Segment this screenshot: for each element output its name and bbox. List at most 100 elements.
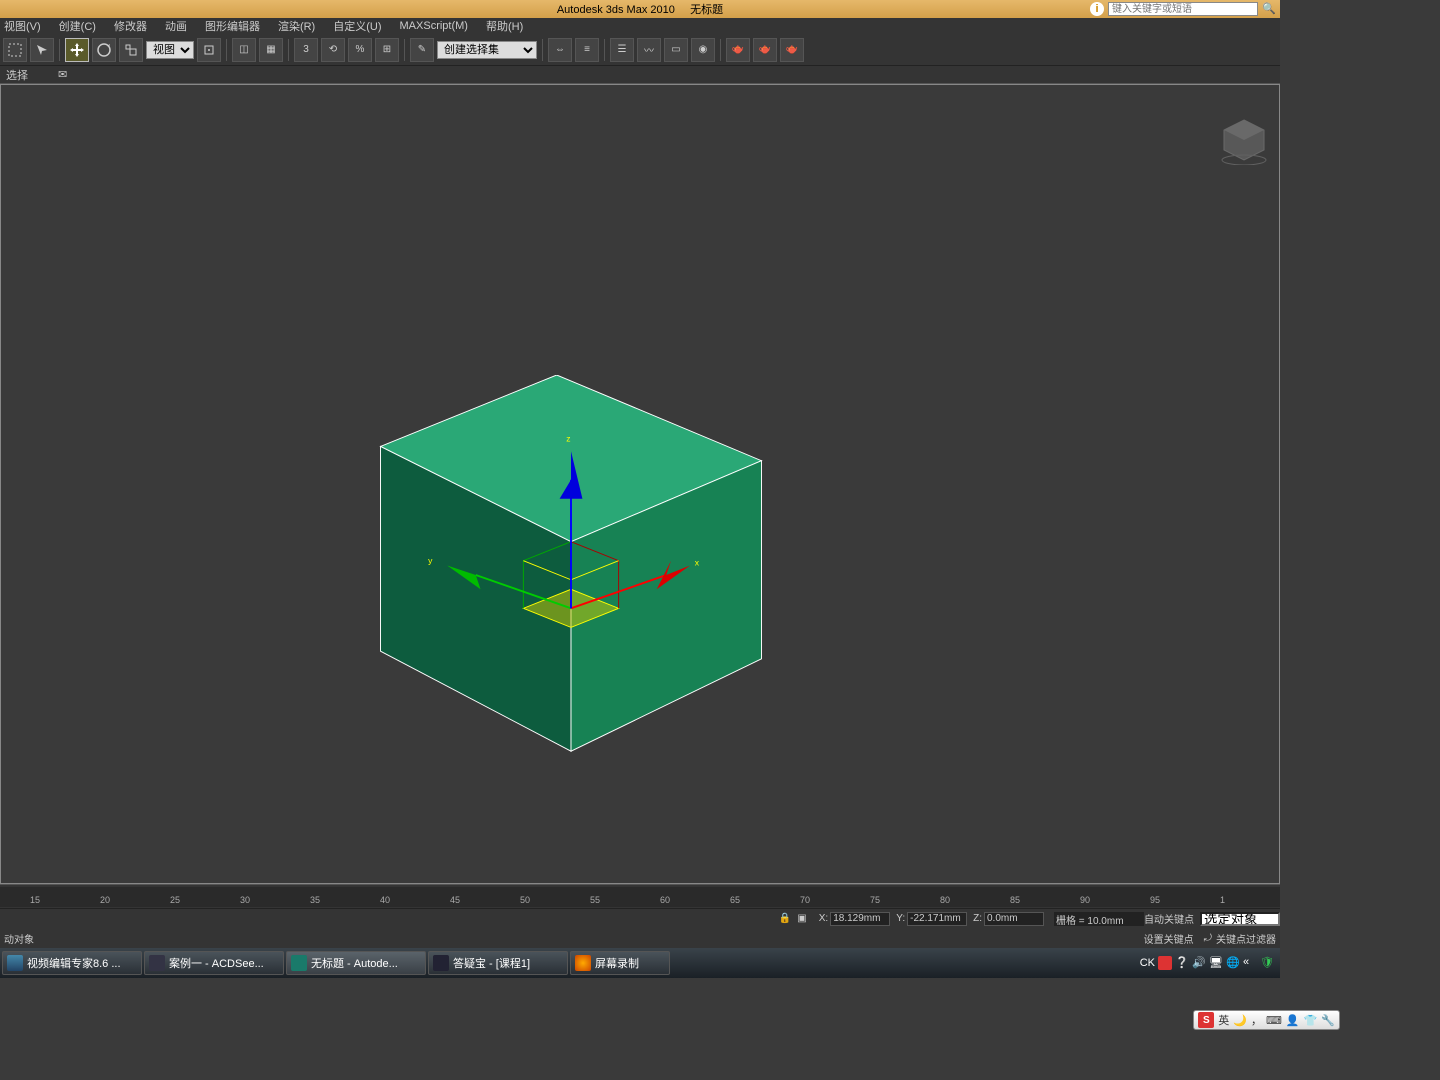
align-icon[interactable]: ≡ xyxy=(575,38,599,62)
main-toolbar: 视图 ◫ ▦ 3 ⟲ % ⊞ ✎ 创建选择集 ⇔ ≡ ☰ 〰 ▭ ◉ 🫖 🫖 🫖 xyxy=(0,34,1280,66)
select-scale-icon[interactable] xyxy=(119,38,143,62)
envelope-icon[interactable]: ✉ xyxy=(58,68,67,81)
percent-snap-icon[interactable]: % xyxy=(348,38,372,62)
taskbar-item-acdsee[interactable]: 案例一 - ACDSee... xyxy=(144,951,284,975)
app-name: Autodesk 3ds Max 2010 xyxy=(557,4,675,16)
y-coord-input[interactable] xyxy=(907,912,967,926)
tray-ck[interactable]: CK xyxy=(1140,957,1155,969)
selected-object-field[interactable] xyxy=(1200,912,1280,926)
menu-graph[interactable]: 图形编辑器 xyxy=(205,18,260,34)
gizmo-z-label: z xyxy=(566,434,570,444)
bottom-row: 动对象 设置关键点 ⤾ 关键点过滤器 xyxy=(0,928,1280,948)
lock-icon[interactable]: 🔒 xyxy=(779,913,791,924)
curve-editor-icon[interactable]: 〰 xyxy=(637,38,661,62)
taskbar-item-video-editor[interactable]: 视频编辑专家8.6 ... xyxy=(2,951,142,975)
render-frame-icon[interactable]: 🫖 xyxy=(753,38,777,62)
select-object-icon[interactable] xyxy=(30,38,54,62)
cube-object[interactable]: x y z xyxy=(371,375,771,775)
keyfilter-icon[interactable]: ⤾ xyxy=(1204,933,1212,944)
render-setup-icon[interactable]: 🫖 xyxy=(726,38,750,62)
taskbar-item-3dsmax[interactable]: 无标题 - Autode... xyxy=(286,951,426,975)
comma-icon[interactable]: ， xyxy=(1251,1012,1262,1028)
moon-icon[interactable]: 🌙 xyxy=(1233,1014,1247,1027)
menu-render[interactable]: 渲染(R) xyxy=(278,18,315,34)
dayibao-icon xyxy=(433,955,449,971)
timeline-tick: 85 xyxy=(1010,895,1020,905)
acdsee-icon xyxy=(149,955,165,971)
keyboard-icon[interactable]: ⌨ xyxy=(1266,1014,1282,1027)
gizmo-y-label: y xyxy=(428,556,433,566)
autokey-button[interactable]: 自动关键点 xyxy=(1144,911,1194,926)
x-coord-input[interactable] xyxy=(830,912,890,926)
timeline-tick: 30 xyxy=(240,895,250,905)
menu-custom[interactable]: 自定义(U) xyxy=(333,18,381,34)
wrench-icon[interactable]: 🔧 xyxy=(1321,1014,1335,1027)
timeline-tick: 70 xyxy=(800,895,810,905)
timeline-tick: 20 xyxy=(100,895,110,905)
named-selection-dropdown[interactable]: 创建选择集 xyxy=(437,41,537,59)
menu-create[interactable]: 创建(C) xyxy=(59,18,96,34)
timeline-ruler[interactable]: 15202530354045505560657075808590951 xyxy=(0,887,1280,907)
ime-toolbar[interactable]: S 英 🌙 ， ⌨ 👤 👕 🔧 xyxy=(1193,1010,1340,1030)
sogou-icon[interactable]: S xyxy=(1198,1012,1214,1028)
3dsmax-icon xyxy=(291,955,307,971)
material-editor-icon[interactable]: ◉ xyxy=(691,38,715,62)
tray-expand-icon[interactable]: « xyxy=(1243,956,1257,970)
schematic-icon[interactable]: ▭ xyxy=(664,38,688,62)
select-move-icon[interactable] xyxy=(65,38,89,62)
search-input[interactable] xyxy=(1108,2,1258,16)
tray-shield-icon[interactable]: 🛡 xyxy=(1260,956,1274,970)
timeline-tick: 55 xyxy=(590,895,600,905)
edit-named-sel-icon[interactable]: ✎ xyxy=(410,38,434,62)
timeline[interactable]: 15202530354045505560657075808590951 xyxy=(0,884,1280,908)
menu-anim[interactable]: 动画 xyxy=(165,18,187,34)
z-coord-input[interactable] xyxy=(984,912,1044,926)
shirt-icon[interactable]: 👕 xyxy=(1304,1014,1318,1027)
document-name: 无标题 xyxy=(690,4,723,16)
timeline-tick: 1 xyxy=(1220,895,1225,905)
taskbar-item-screenrec[interactable]: 屏幕录制 xyxy=(570,951,670,975)
mirror-icon[interactable]: ⇔ xyxy=(548,38,572,62)
select-name-icon[interactable]: ◫ xyxy=(232,38,256,62)
snap-toggle-icon[interactable]: 3 xyxy=(294,38,318,62)
timeline-tick: 60 xyxy=(660,895,670,905)
timeline-tick: 80 xyxy=(940,895,950,905)
tray-sogou-icon[interactable] xyxy=(1158,956,1172,970)
tray-network-icon[interactable]: 🌐 xyxy=(1226,956,1240,970)
search-icon[interactable]: 🔍 xyxy=(1262,2,1276,16)
status-bar: 🔒 ▣ X: Y: Z: 栅格 = 10.0mm 自动关键点 xyxy=(0,908,1280,928)
menu-maxscript[interactable]: MAXScript(M) xyxy=(400,20,468,32)
person-icon[interactable]: 👤 xyxy=(1286,1014,1300,1027)
timeline-tick: 50 xyxy=(520,895,530,905)
setkey-button[interactable]: 设置关键点 xyxy=(1144,931,1194,946)
ime-lang[interactable]: 英 xyxy=(1218,1012,1229,1028)
tray-display-icon[interactable]: 🖥 xyxy=(1209,956,1223,970)
grid-readout: 栅格 = 10.0mm xyxy=(1054,912,1144,926)
viewcube[interactable] xyxy=(1219,115,1269,165)
viewport[interactable]: x y z xyxy=(0,84,1280,884)
taskbar-item-dayibao[interactable]: 答疑宝 - [课程1] xyxy=(428,951,568,975)
sub-toolbar: 选择 ✉ xyxy=(0,66,1280,84)
menu-modifier[interactable]: 修改器 xyxy=(114,18,147,34)
render-prod-icon[interactable]: 🫖 xyxy=(780,38,804,62)
z-label: Z: xyxy=(973,913,982,924)
angle-snap-icon[interactable]: ⟲ xyxy=(321,38,345,62)
keyfilter-button[interactable]: 关键点过滤器 xyxy=(1216,931,1276,946)
menu-help[interactable]: 帮助(H) xyxy=(486,18,523,34)
use-pivot-icon[interactable] xyxy=(197,38,221,62)
timeline-tick: 75 xyxy=(870,895,880,905)
clapper-icon xyxy=(7,955,23,971)
x-label: X: xyxy=(819,913,828,924)
tray-help-icon[interactable]: ❔ xyxy=(1175,956,1189,970)
selection-lock-icon[interactable]: ▦ xyxy=(259,38,283,62)
menu-view[interactable]: 视图(V) xyxy=(4,18,41,34)
layers-icon[interactable]: ☰ xyxy=(610,38,634,62)
select-rotate-icon[interactable] xyxy=(92,38,116,62)
spinner-snap-icon[interactable]: ⊞ xyxy=(375,38,399,62)
prompt-area: 动对象 xyxy=(4,931,34,946)
isolate-icon[interactable]: ▣ xyxy=(797,913,806,924)
tray-sound-icon[interactable]: 🔊 xyxy=(1192,956,1206,970)
reference-coord-dropdown[interactable]: 视图 xyxy=(146,41,194,59)
info-icon[interactable]: i xyxy=(1090,2,1104,16)
select-region-icon[interactable] xyxy=(3,38,27,62)
